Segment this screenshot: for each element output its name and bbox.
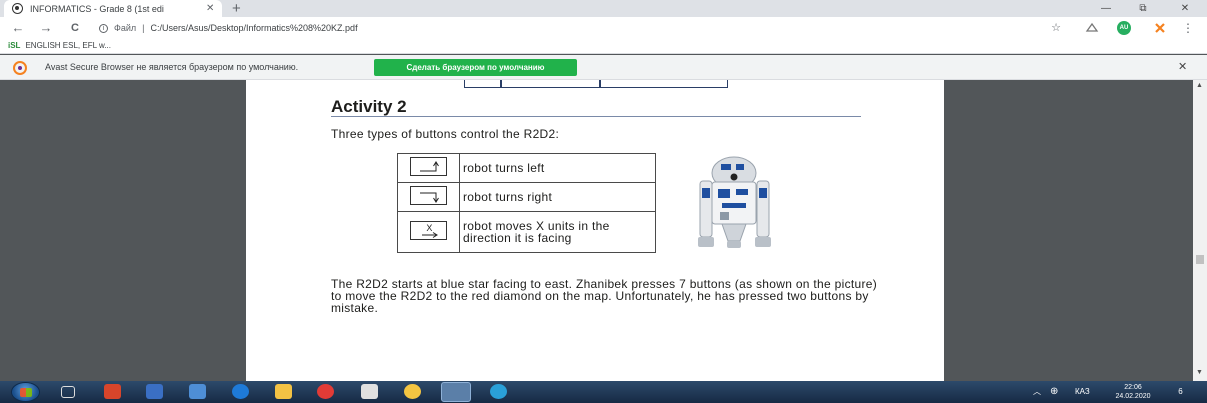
heading-rule — [331, 116, 861, 117]
clock-time: 22:06 — [1124, 384, 1142, 391]
powerpoint-icon[interactable] — [104, 384, 121, 399]
windows-taskbar: ︿ ⊕ КАЗ 22:06 24.02.2020 6 — [0, 381, 1207, 403]
bookmarks-bar: iSL ENGLISH ESL, EFL w... — [0, 39, 1207, 54]
move-x-key-icon: X — [410, 221, 447, 240]
r2d2-robot-image — [698, 156, 771, 248]
tray-expand-icon[interactable]: ︿ — [1033, 381, 1041, 403]
table-row: robot turns right — [397, 182, 656, 212]
turn-left-key-icon — [410, 157, 447, 176]
description-paragraph: The R2D2 starts at blue star facing to e… — [331, 277, 878, 315]
button-description: robot moves X units in the direction it … — [459, 211, 656, 253]
set-default-button[interactable]: Сделать браузером по умолчанию — [374, 59, 577, 76]
menu-icon[interactable]: ⋮ — [1181, 21, 1195, 35]
table-row: X robot moves X units in the direction i… — [397, 211, 656, 253]
address-bar[interactable]: i Файл | C:/Users/Asus/Desktop/Informati… — [99, 19, 1074, 37]
scroll-up-icon[interactable]: ▲ — [1196, 82, 1203, 89]
clock-date: 24.02.2020 — [1115, 393, 1151, 400]
infobar-message: Avast Secure Browser не является браузер… — [45, 62, 299, 72]
store-icon[interactable] — [189, 384, 206, 399]
button-description: robot turns left — [459, 153, 656, 183]
scroll-down-icon[interactable]: ▼ — [1196, 369, 1203, 376]
browser-toolbar: ← → C i Файл | C:/Users/Asus/Desktop/Inf… — [0, 17, 1207, 39]
emoji-app-icon[interactable] — [404, 384, 421, 399]
yandex-browser-icon[interactable] — [361, 384, 378, 399]
pdf-viewer[interactable]: Activity 2 Three types of buttons contro… — [0, 80, 1207, 381]
pdf-page: Activity 2 Three types of buttons contro… — [246, 80, 944, 381]
bookmark-item[interactable]: iSL ENGLISH ESL, EFL w... — [8, 41, 111, 50]
task-view-icon[interactable] — [61, 386, 75, 398]
address-scheme-label: Файл — [114, 23, 137, 33]
bookmark-label: ENGLISH ESL, EFL w... — [25, 41, 111, 50]
chrome-icon[interactable] — [490, 384, 507, 399]
network-icon[interactable]: ⊕ — [1050, 381, 1058, 403]
yandex-icon[interactable] — [317, 384, 334, 399]
bookmark-badge: iSL — [8, 41, 21, 50]
extension-icon[interactable] — [1153, 21, 1167, 35]
avast-logo-icon — [13, 61, 27, 75]
previous-table-edge — [464, 80, 728, 88]
tab-title: INFORMATICS - Grade 8 (1st edi — [30, 3, 164, 14]
move-key-label: X — [426, 223, 432, 233]
vertical-scrollbar[interactable]: ▲ ▼ — [1193, 80, 1207, 381]
minimize-button[interactable]: — — [1096, 0, 1116, 17]
forward-button[interactable]: → — [37, 17, 55, 39]
default-browser-infobar: Avast Secure Browser не является браузер… — [0, 55, 1207, 80]
activity-heading: Activity 2 — [331, 97, 407, 116]
edge-icon[interactable] — [232, 384, 249, 399]
tab-favicon-icon — [12, 3, 23, 14]
turn-right-key-icon — [410, 186, 447, 205]
info-icon[interactable]: i — [99, 23, 108, 33]
bookmark-star-icon[interactable]: ☆ — [1049, 21, 1063, 35]
avast-browser-taskbar-icon[interactable] — [441, 382, 471, 402]
restore-button[interactable]: ⧉ — [1133, 0, 1153, 17]
clock[interactable]: 22:06 24.02.2020 — [1113, 383, 1153, 401]
file-explorer-icon[interactable] — [275, 384, 292, 399]
table-row: robot turns left — [397, 153, 656, 183]
intro-text: Three types of buttons control the R2D2: — [331, 127, 560, 141]
photos-icon[interactable] — [146, 384, 163, 399]
scroll-thumb[interactable] — [1196, 255, 1204, 264]
browser-tab[interactable]: INFORMATICS - Grade 8 (1st edi ✕ — [4, 0, 222, 17]
buttons-table: robot turns left robot turns right X rob… — [397, 153, 656, 253]
new-tab-button[interactable]: + — [232, 0, 241, 17]
address-separator: | — [142, 23, 145, 33]
back-button[interactable]: ← — [9, 17, 27, 39]
language-indicator[interactable]: КАЗ — [1075, 381, 1090, 403]
window-close-button[interactable]: ✕ — [1175, 0, 1195, 17]
reload-button[interactable]: C — [66, 17, 84, 39]
profile-avatar[interactable]: AU — [1117, 21, 1131, 35]
notification-icon[interactable]: 6 — [1171, 381, 1190, 403]
button-description: robot turns right — [459, 182, 656, 212]
tab-strip: INFORMATICS - Grade 8 (1st edi ✕ + — ⧉ ✕ — [0, 0, 1207, 17]
address-url: C:/Users/Asus/Desktop/Informatics%208%20… — [150, 23, 358, 33]
tab-close-icon[interactable]: ✕ — [206, 3, 214, 14]
infobar-close-icon[interactable]: ✕ — [1178, 55, 1187, 80]
security-icon[interactable] — [1085, 21, 1099, 35]
start-button[interactable] — [11, 382, 40, 402]
